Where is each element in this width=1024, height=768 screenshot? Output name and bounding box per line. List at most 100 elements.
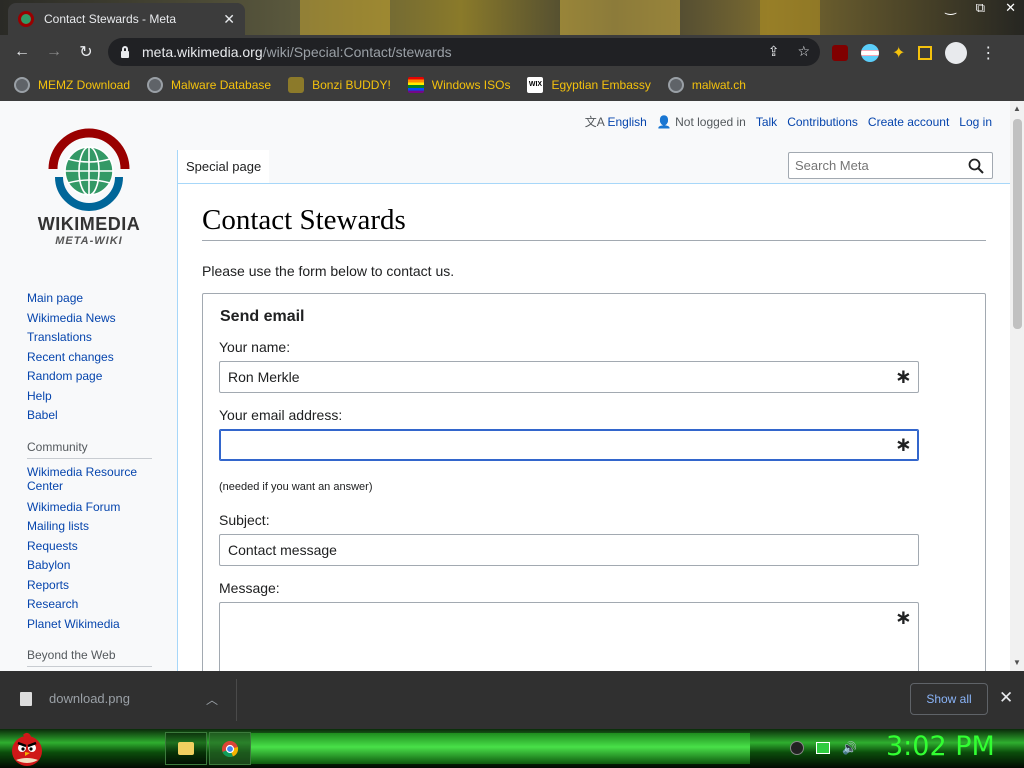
sidebar-navigation: Main page Wikimedia News Translations Re… [27,289,157,671]
bookmark-label: MEMZ Download [38,78,131,92]
bookmark-malware-database[interactable]: Malware Database [147,77,271,93]
back-arrow-icon[interactable]: ← [6,43,38,61]
name-field[interactable] [219,361,919,393]
subject-label: Subject: [219,512,270,528]
globe-icon [147,77,164,93]
url-host: meta.wikimedia.org [142,44,263,60]
wikimedia-globe-icon [48,128,130,211]
profile-avatar-icon[interactable] [945,42,968,64]
download-item[interactable]: download.png [20,691,130,706]
restore-icon[interactable]: ⧉ [976,0,985,16]
lock-icon[interactable] [120,46,130,58]
wikimedia-logo[interactable]: WIKIMEDIA META-WIKI [28,121,150,247]
sidebar-item-help[interactable]: Help [27,387,157,407]
globe-icon [667,77,684,93]
flag-extension-icon[interactable] [861,44,879,62]
create-account-link[interactable]: Create account [868,115,949,129]
os-taskbar: 🔊 3:02 PM [0,729,1024,768]
sidebar-item-requests[interactable]: Requests [27,537,157,557]
chevron-up-icon[interactable]: ︿ [206,691,218,708]
reload-icon[interactable]: ↻ [70,42,102,62]
tab-special-page[interactable]: Special page [177,150,270,183]
kebab-menu-icon[interactable]: ⋮ [980,43,996,63]
sidebar-item-wikimedia-forum[interactable]: Wikimedia Forum [27,498,157,518]
sidebar-item-recent-changes[interactable]: Recent changes [27,348,157,368]
logo-subtitle: META-WIKI [55,235,123,247]
search-input[interactable] [795,158,965,173]
sidebar-item-babylon[interactable]: Babylon [27,556,157,576]
sidebar-item-planet-wikimedia[interactable]: Planet Wikimedia [27,615,157,635]
web-page: WIKIMEDIA META-WIKI Main page Wikimedia … [0,101,1010,671]
extensions-area: ✦ ⋮ [832,42,996,64]
file-explorer-taskbar-icon[interactable] [165,732,207,765]
minimize-icon[interactable]: ‿ [945,0,955,16]
sidebar-item-reports[interactable]: Reports [27,576,157,596]
sidebar-item-resource-center[interactable]: Wikimedia Resource Center [27,465,157,493]
contributions-link[interactable]: Contributions [787,115,858,129]
scrollbar-thumb[interactable] [1013,119,1022,329]
address-bar[interactable]: meta.wikimedia.org/wiki/Special:Contact/… [108,38,820,66]
bookmark-label: Windows ISOs [431,78,511,92]
browser-titlebar: Contact Stewards - Meta ✕ ‿ ⧉ ✕ [0,0,1024,35]
language-label: English [607,115,647,129]
login-link[interactable]: Log in [959,115,992,129]
page-scrollbar[interactable]: ▲ ▼ [1010,101,1024,671]
scroll-down-icon[interactable]: ▼ [1013,658,1021,667]
page-title: Contact Stewards [202,204,986,241]
tab-close-icon[interactable]: ✕ [223,11,235,28]
window-controls: ‿ ⧉ ✕ [945,0,1016,16]
bookmark-egyptian-embassy[interactable]: WIX Egyptian Embassy [527,77,651,93]
taskbar-glow [250,733,750,764]
search-box[interactable] [788,152,993,179]
sidebar-item-wikimedia-news[interactable]: Wikimedia News [27,309,157,329]
scroll-up-icon[interactable]: ▲ [1013,104,1021,113]
sidebar-item-research[interactable]: Research [27,595,157,615]
url-path: /wiki/Special:Contact/stewards [262,44,452,60]
sidebar-item-babel[interactable]: Babel [27,406,157,426]
network-icon[interactable] [816,742,830,754]
subject-field[interactable] [219,534,919,566]
bookmark-windows-isos[interactable]: Windows ISOs [407,77,511,93]
wallpaper-streak [560,0,680,35]
sidebar-item-random-page[interactable]: Random page [27,367,157,387]
close-download-bar-icon[interactable]: ✕ [999,688,1013,708]
angry-bird-start-icon[interactable] [8,730,46,768]
bookmark-bonzi-buddy[interactable]: Bonzi BUDDY! [288,77,391,93]
window-close-icon[interactable]: ✕ [1005,0,1016,16]
talk-link[interactable]: Talk [756,115,777,129]
language-selector[interactable]: 文A English [585,113,647,130]
personal-tools: 文A English 👤 Not logged in Talk Contribu… [585,113,992,130]
ublock-icon[interactable] [832,45,848,61]
show-hidden-icons-icon[interactable] [790,741,804,755]
not-logged-in-label: Not logged in [675,114,746,129]
globe-icon [14,77,30,93]
show-all-button[interactable]: Show all [910,683,988,715]
puzzle-extensions-icon[interactable]: ✦ [892,43,905,63]
email-field[interactable] [219,429,919,461]
message-textarea[interactable] [219,602,919,671]
search-icon[interactable] [968,158,984,174]
required-asterisk-icon: ∗ [895,366,912,388]
required-asterisk-icon: ∗ [895,607,912,629]
bookmark-memz[interactable]: MEMZ Download [14,77,130,93]
message-label: Message: [219,580,280,596]
sidebar-heading-beyond-web: Beyond the Web [27,648,152,667]
chrome-taskbar-icon[interactable] [209,732,251,765]
browser-tab-active[interactable]: Contact Stewards - Meta ✕ [8,3,245,35]
user-icon: 👤 [656,114,672,129]
download-bar: download.png ︿ Show all ✕ [0,671,1024,729]
volume-icon[interactable]: 🔊 [842,741,857,755]
bookmark-malwatch[interactable]: malwat.ch [667,77,746,93]
bookmark-star-icon[interactable]: ☆ [797,43,810,60]
system-tray: 🔊 [790,741,857,755]
send-email-form: Send email Your name: ∗ Your email addre… [202,293,986,671]
wallpaper-streak [760,0,820,35]
sidebar-item-mailing-lists[interactable]: Mailing lists [27,517,157,537]
taskbar-clock[interactable]: 3:02 PM [886,731,995,762]
share-icon[interactable]: ⇪ [768,43,780,60]
sidebar-item-translations[interactable]: Translations [27,328,157,348]
main-content: Contact Stewards Please use the form bel… [177,183,1010,671]
sidebar-item-main-page[interactable]: Main page [27,289,157,309]
sidepanel-icon[interactable] [918,46,933,60]
forward-arrow-icon[interactable]: → [38,43,70,61]
